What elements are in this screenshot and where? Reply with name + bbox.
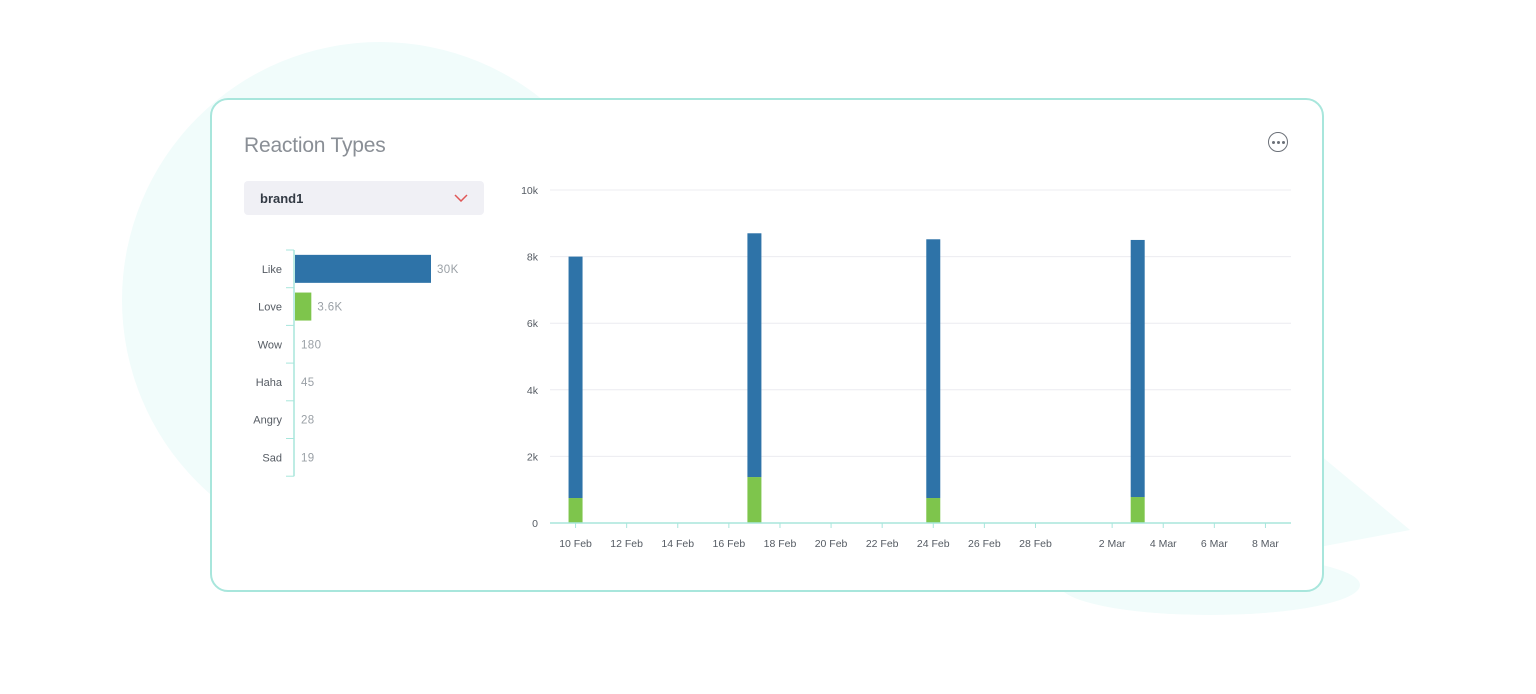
x-tick-label: 10 Feb xyxy=(559,538,592,550)
x-tick-label: 8 Mar xyxy=(1252,538,1279,550)
y-tick-label: 6k xyxy=(527,318,539,330)
x-tick-label: 28 Feb xyxy=(1019,538,1052,550)
stacked-bar-segment xyxy=(1130,239,1145,498)
x-tick-label: 18 Feb xyxy=(764,538,797,550)
y-tick-label: 2k xyxy=(527,451,539,463)
stacked-bar-segment xyxy=(568,498,583,523)
stacked-bar-segment xyxy=(747,233,762,478)
stacked-bar-segment xyxy=(1130,497,1145,523)
stacked-bar-segment xyxy=(747,477,762,523)
x-tick-label: 14 Feb xyxy=(661,538,694,550)
x-tick-label: 16 Feb xyxy=(713,538,746,550)
stacked-bar-segment xyxy=(568,256,583,499)
x-tick-label: 24 Feb xyxy=(917,538,950,550)
x-tick-label: 12 Feb xyxy=(610,538,643,550)
y-tick-label: 4k xyxy=(527,385,539,397)
x-tick-label: 2 Mar xyxy=(1099,538,1126,550)
y-tick-label: 10k xyxy=(521,185,539,197)
x-tick-label: 22 Feb xyxy=(866,538,899,550)
x-tick-label: 4 Mar xyxy=(1150,538,1177,550)
stacked-bar-segment xyxy=(926,239,941,499)
x-tick-label: 20 Feb xyxy=(815,538,848,550)
reactions-timeline-chart: 0 2k 4k 6k 8k 10k 10 Feb 12 Feb 14 Feb 16 Feb 18 F… xyxy=(521,185,1291,550)
y-tick-label: 8k xyxy=(527,252,539,264)
x-tick-label: 6 Mar xyxy=(1201,538,1228,550)
reaction-types-card: Reaction Types brand1 Like 30K Love 3.6K Wow… xyxy=(210,98,1324,592)
y-tick-label: 0 xyxy=(532,518,538,530)
x-tick-label: 26 Feb xyxy=(968,538,1001,550)
stacked-bar-segment xyxy=(926,498,941,523)
